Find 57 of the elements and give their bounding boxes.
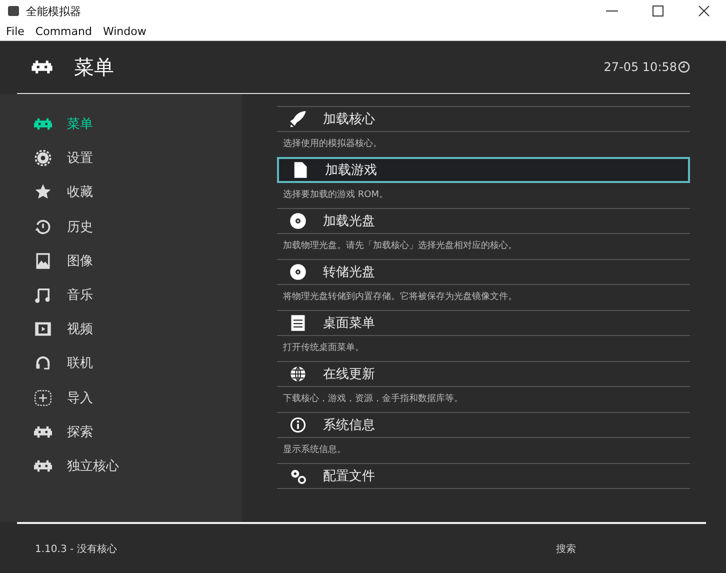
disc-icon <box>289 213 307 229</box>
entry-description: 加载物理光盘。请先「加载核心」选择光盘相对应的核心。 <box>282 240 518 253</box>
entry-description: 下载核心，游戏，资源，金手指和数据库等。 <box>282 392 464 406</box>
clock-text: 27-05 10:58 <box>604 60 677 74</box>
invader-icon <box>34 424 52 440</box>
maximize-icon[interactable] <box>652 5 664 17</box>
sidebar-item[interactable]: 图像 <box>0 244 242 278</box>
menu-entry[interactable]: 加载核心 <box>277 106 690 132</box>
header-title: 菜单 <box>74 54 114 80</box>
entry-description: 选择使用的模拟器核心。 <box>282 138 383 151</box>
version-text: 1.10.3 - 没有核心 <box>35 542 117 556</box>
rocket-icon <box>289 111 307 127</box>
disc-icon <box>289 264 307 280</box>
menu-entry[interactable]: 转储光盘 <box>277 259 690 285</box>
sidebar-item[interactable]: 设置 <box>0 141 242 176</box>
entry-description: 打开传统桌面菜单。 <box>282 342 365 355</box>
star-icon <box>34 184 52 200</box>
entry-description: 将物理光盘转储到内置存储。它将被保存为光盘镜像文件。 <box>282 290 518 304</box>
invader-icon <box>34 458 52 474</box>
gear-icon <box>34 150 52 166</box>
menu-entry[interactable]: 桌面菜单 <box>277 310 690 336</box>
list-window-icon <box>289 315 307 331</box>
menu-item[interactable]: File <box>6 24 24 38</box>
video-icon <box>34 321 52 338</box>
sidebar-item[interactable]: 菜单 <box>0 107 242 142</box>
close-icon[interactable] <box>698 5 710 17</box>
sidebar-item[interactable]: 历史 <box>0 210 242 244</box>
info-icon <box>289 417 307 433</box>
image-icon <box>34 252 52 269</box>
menu-item[interactable]: Command <box>35 24 92 38</box>
history-icon <box>34 218 52 235</box>
sidebar-item[interactable]: 音乐 <box>0 278 242 312</box>
add-icon <box>34 390 52 406</box>
app-icon <box>8 6 19 16</box>
menu-entry[interactable]: 加载游戏 <box>277 157 690 183</box>
invader-icon <box>34 116 52 132</box>
search-hint-button[interactable]: 搜索 <box>556 542 706 556</box>
entry-description: 选择要加载的游戏 ROM。 <box>282 188 389 202</box>
menu-entry[interactable]: 系统信息 <box>277 412 690 438</box>
sidebar-item[interactable]: 导入 <box>0 380 242 415</box>
menu-entry[interactable]: 配置文件 <box>277 463 690 489</box>
clock-icon <box>678 61 690 73</box>
menu-item[interactable]: Window <box>102 24 146 38</box>
sidebar-item[interactable]: 联机 <box>0 346 242 380</box>
sidebar-item[interactable]: 视频 <box>0 312 242 346</box>
sidebar-item[interactable]: 收藏 <box>0 175 242 210</box>
globe-icon <box>289 366 307 382</box>
invader-icon <box>30 58 54 76</box>
menu-entry[interactable]: 加载光盘 <box>277 208 690 234</box>
music-note-icon <box>34 287 52 304</box>
sidebar-item[interactable]: 探索 <box>0 414 242 449</box>
window-title: 全能模拟器 <box>26 4 81 18</box>
entry-description: 显示系统信息。 <box>282 444 347 457</box>
sidebar-item[interactable]: 独立核心 <box>0 448 242 484</box>
gears-icon <box>289 468 307 484</box>
menu-entry[interactable]: 在线更新 <box>277 361 690 387</box>
headset-icon <box>34 355 52 372</box>
